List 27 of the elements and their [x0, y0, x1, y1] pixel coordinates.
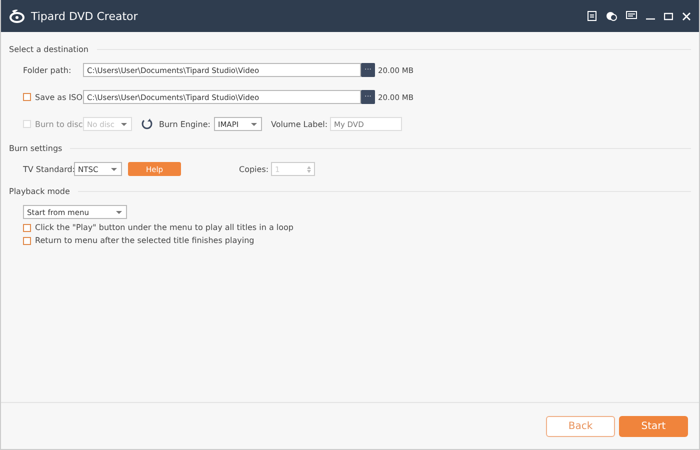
- option-label: Return to menu after the selected title finishes playing: [35, 236, 254, 245]
- field-label: Copies:: [239, 164, 268, 174]
- checkbox[interactable]: [23, 236, 31, 244]
- checkbox[interactable]: [23, 93, 31, 101]
- disc-logo-icon: [9, 9, 25, 23]
- document-icon[interactable]: [587, 11, 597, 21]
- section-heading: Select a destination: [9, 44, 88, 54]
- caret-icon: [251, 122, 257, 126]
- chat-icon[interactable]: [606, 11, 617, 21]
- section-heading: Playback mode: [9, 186, 70, 196]
- window-title: Tipard DVD Creator: [31, 10, 139, 22]
- caret-icon: [111, 168, 117, 170]
- caret-icon: [121, 122, 127, 126]
- maximize-icon[interactable]: [664, 12, 673, 20]
- caret-icon: [116, 210, 122, 214]
- checkbox-label: Burn to disc: [35, 120, 80, 128]
- close-icon[interactable]: [682, 12, 691, 20]
- spinner-icon: [307, 166, 311, 172]
- menu-icon[interactable]: [626, 11, 637, 21]
- section-heading: Burn settings: [9, 144, 62, 152]
- checkbox[interactable]: [23, 224, 31, 232]
- field-label: Volume Label:: [271, 120, 327, 128]
- field-label: Folder path:: [23, 66, 72, 74]
- refresh-icon[interactable]: [141, 118, 153, 130]
- checkbox-label: Save as ISO: [35, 92, 80, 102]
- field-label: Burn Engine:: [159, 120, 211, 128]
- option-label: Click the "Play" button under the menu to play all titles in a loop: [35, 223, 294, 232]
